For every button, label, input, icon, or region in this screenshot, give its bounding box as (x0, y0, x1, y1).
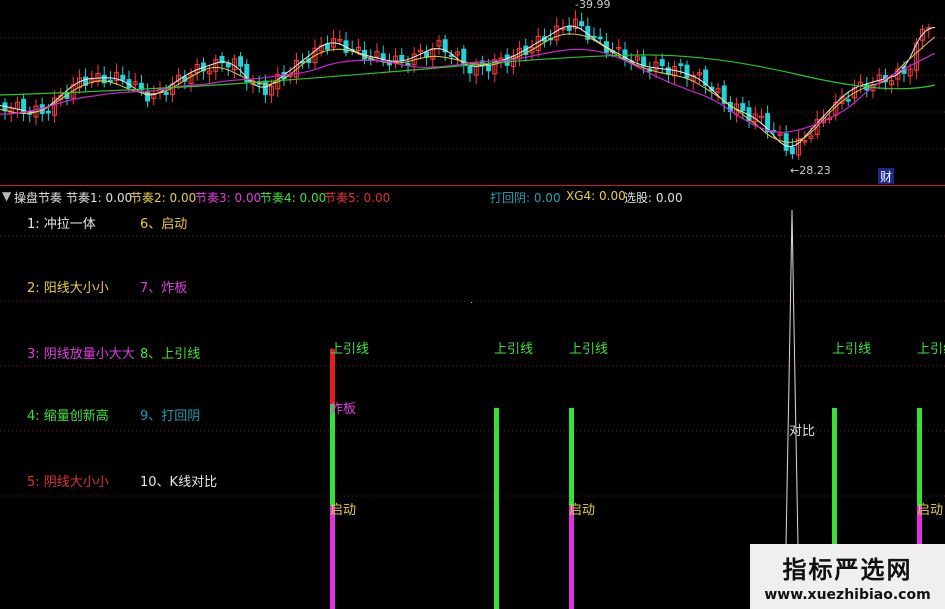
header-value-jiezou5: 节奏5: 0.00 (324, 191, 391, 205)
header-value-jiezou4: 节奏4: 0.00 (260, 191, 327, 205)
legend-item-6: 6、启动 (140, 217, 188, 232)
signal-label-shangyinxian: 上引线 (494, 342, 533, 357)
signal-label-shangyinxian: 上引线 (832, 342, 871, 357)
legend-item-2: 2: 阳线大小小 (27, 281, 109, 296)
signal-label-shangyinxian: 上引线 (330, 342, 369, 357)
candle-body (845, 99, 851, 102)
signal-label-qidong: 启动 (569, 503, 595, 518)
watermark: 指标严选网 www.xuezhibiao.com (750, 544, 945, 609)
indicator-name[interactable]: 操盘节奏 (14, 189, 62, 206)
candle-body (262, 80, 268, 95)
header-value-jiezou2: 节奏2: 0.00 (130, 191, 197, 205)
collapse-arrow-icon[interactable]: ▼ (2, 189, 11, 203)
candle-body (225, 63, 231, 68)
signal-label-shangyinxian: 上引线 (569, 342, 608, 357)
legend-item-7: 7、炸板 (140, 281, 188, 296)
candle-body (101, 74, 107, 84)
price-high-label: -39.99 (575, 0, 610, 11)
header-value-dahuiyin: 打回阴: 0.00 (490, 191, 561, 205)
signal-bar (494, 408, 499, 609)
legend-item-1: 1: 冲拉一体 (27, 217, 96, 232)
candle-body (120, 74, 126, 81)
legend-item-5: 5: 阴线大小小 (27, 475, 109, 490)
signal-bar (569, 506, 574, 609)
candle-body (740, 103, 746, 112)
candle-body (467, 66, 473, 74)
signal-bar (330, 349, 335, 404)
signal-label-shangyinxian: 上引线 (917, 342, 945, 357)
panel-divider (0, 185, 945, 186)
legend-item-9: 9、打回阴 (140, 409, 201, 424)
candle-body (789, 146, 795, 155)
header-value-jiezou3: 节奏3: 0.00 (195, 191, 262, 205)
price-low-label: ←28.23 (790, 164, 831, 177)
legend-item-4: 4: 缩量创新高 (27, 409, 109, 424)
dot-marker (471, 302, 472, 303)
signal-bar (917, 408, 922, 506)
legend-item-3: 3: 阴线放量小大大 (27, 347, 135, 362)
candle-body (238, 56, 244, 67)
candle-body (659, 59, 665, 67)
comparison-spike (785, 209, 799, 547)
header-value-xuangu: 选股: 0.00 (624, 191, 683, 205)
watermark-title: 指标严选网 (782, 556, 913, 584)
legend-item-8: 8、上引线 (140, 347, 201, 362)
candle-body (163, 91, 169, 96)
candle-body (579, 21, 585, 27)
candle-body (324, 43, 330, 50)
watermark-url: www.xuezhibiao.com (764, 587, 931, 603)
candle-body (665, 67, 671, 75)
signal-bar (330, 506, 335, 609)
candlestick-chart[interactable]: -39.99 ←28.23 财 (0, 0, 945, 185)
candle-body (678, 63, 684, 67)
candle-body (566, 25, 572, 31)
finance-badge: 财 (880, 170, 892, 184)
signal-label-qidong: 启动 (330, 503, 356, 518)
header-value-xg4: XG4: 0.00 (566, 189, 626, 203)
candle-body (399, 54, 405, 61)
signal-bar (330, 404, 335, 506)
signal-bar (832, 408, 837, 546)
signal-label-zhaban: 炸板 (330, 402, 356, 417)
candle-body (597, 36, 603, 40)
signal-bar (569, 408, 574, 506)
signal-label-duibi: 对比 (789, 424, 815, 439)
ma-line-long (0, 48, 936, 134)
candle-body (684, 64, 690, 79)
header-value-jiezou1: 节奏1: 0.00 (66, 191, 133, 205)
candle-body (45, 110, 51, 114)
indicator-header: ▼ 操盘节奏 节奏1: 0.00 节奏2: 0.00 节奏3: 0.00 节奏4… (0, 187, 945, 207)
signal-label-qidong: 启动 (917, 503, 943, 518)
legend-item-10: 10、K线对比 (140, 475, 218, 490)
